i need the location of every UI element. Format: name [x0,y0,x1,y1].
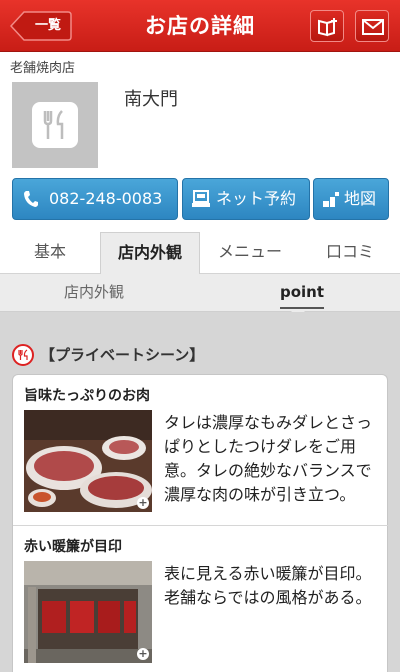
fork-knife-icon [43,110,64,139]
action-bar: 082-248-0083 ネット予約 地図 [0,172,400,228]
subtab-interior-exterior[interactable]: 店内外観 [64,274,124,310]
page-title: お店の詳細 [145,14,255,38]
tab-basic[interactable]: 基本 [0,230,100,274]
phone-button[interactable]: 082-248-0083 [12,178,178,220]
subtab-point[interactable]: point [280,277,325,309]
app-header: 一覧 お店の詳細 [0,0,400,52]
list-item: 旨味たっぷりのお肉 + タレは濃厚なもみダレとさっぱりとしたつけダレをご用意。タ… [13,375,389,525]
shop-thumbnail [12,82,98,168]
back-button[interactable]: 一覧 [10,11,72,41]
shop-name: 南大門 [124,89,178,110]
point-card: 旨味たっぷりのお肉 + タレは濃厚なもみダレとさっぱりとしたつけダレをご用意。タ… [12,374,389,672]
item-description: 表に見える赤い暖簾が目印。老舗ならではの風格がある。 [164,564,372,607]
reserve-button[interactable]: ネット予約 [182,178,310,220]
sub-tabs: 店内外観 point [0,274,400,318]
item-title: 旨味たっぷりのお肉 [24,388,150,404]
meat-dishes-image [24,410,152,512]
section-title: 【プライベートシーン】 [40,346,205,364]
mail-icon [362,19,384,35]
phone-number: 082-248-0083 [49,189,163,208]
reserve-label: ネット予約 [216,189,297,208]
restaurant-icon [12,344,34,366]
point-content: 【プライベートシーン】 旨味たっぷりのお肉 + タレは濃厚なもみダレとさっぱりと… [0,312,400,672]
main-tabs: 基本 店内外観 メニュー 口コミ [0,228,400,275]
shop-info: 老舗焼肉店 南大門 [0,52,400,172]
back-button-label: 一覧 [34,18,61,33]
item-title: 赤い暖簾が目印 [24,539,122,555]
map-icon [323,192,339,207]
map-button[interactable]: 地図 [313,178,389,220]
phone-icon [24,191,38,207]
tab-menu[interactable]: メニュー [200,230,300,274]
shop-category: 老舗焼肉店 [10,61,76,76]
bookmark-button[interactable] [310,10,344,42]
tab-interior-exterior[interactable]: 店内外観 [100,232,200,275]
list-item: 赤い暖簾が目印 + 表に見える赤い暖簾が目印。老舗ならではの風格がある。 [13,525,389,672]
item-description: タレは濃厚なもみダレとさっぱりとしたつけダレをご用意。タレの絶妙なバランスで濃厚… [164,413,373,504]
zoom-icon: + [137,647,149,660]
zoom-icon: + [137,496,149,509]
book-add-icon [318,18,337,37]
storefront-photo[interactable]: + [24,561,152,663]
tab-reviews[interactable]: 口コミ [300,230,400,274]
reserve-icon [192,190,210,207]
map-label: 地図 [344,189,377,208]
storefront-image [24,561,152,663]
mail-button[interactable] [355,10,389,42]
meat-photo[interactable]: + [24,410,152,512]
